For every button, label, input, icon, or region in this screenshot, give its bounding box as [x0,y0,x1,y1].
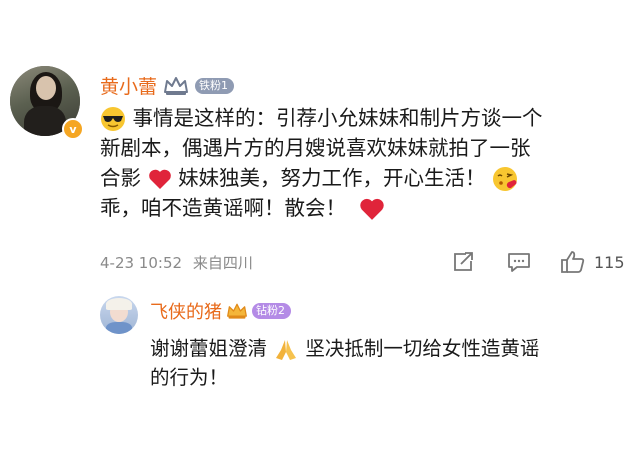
reply-avatar-dress [106,322,132,334]
like-count: 115 [594,252,625,272]
reply-line-1: 谢谢蕾姐澄清 坚决抵制一切给女性造黄谣 [150,334,630,363]
blowing-kiss-emoji [493,167,518,191]
post-timestamp: 4-23 10:52 [100,254,183,272]
verified-badge: v [62,118,84,140]
avatar-face [36,76,56,100]
heart-emoji [359,198,384,220]
share-icon[interactable] [452,251,476,273]
post-header: 黄小蕾 铁粉1 [100,72,235,99]
sunglasses-emoji [101,107,125,131]
post-line-2-text: 新剧本，偶遇片方的月嫂说喜欢妹妹就拍了一张 [100,136,531,160]
post-line-1-text: 事情是这样的：引荐小允妹妹和制片方谈一个 [132,106,543,130]
reply-avatar[interactable] [100,296,138,334]
post-actions: 115 [452,250,625,274]
post-username[interactable]: 黄小蕾 [100,72,157,99]
post-meta: 4-23 10:52 来自四川 [100,252,253,273]
reply-text-part1: 谢谢蕾姐澄清 [150,337,268,360]
thumbs-up-icon[interactable] [560,250,586,274]
post-line-4: 乖，咱不造黄谣啊！散会！ [100,193,630,223]
post-body: 事情是这样的：引荐小允妹妹和制片方谈一个 新剧本，偶遇片方的月嫂说喜欢妹妹就拍了… [100,103,630,223]
praying-hands-emoji [276,339,297,360]
fan-badge-iron[interactable]: 铁粉1 [195,77,235,94]
heart-emoji [148,169,171,189]
reply-username[interactable]: 飞侠的猪 [150,298,222,324]
fan-badge-diamond[interactable]: 钻粉2 [252,303,291,319]
reply-text-part2: 坚决抵制一切给女性造黄谣 [305,337,540,360]
comment-icon[interactable] [506,251,532,273]
post-line-3-text-b: 妹妹独美，努力工作，开心生活！ [178,166,486,190]
post-line-3: 合影 妹妹独美，努力工作，开心生活！ [100,163,630,193]
reply-avatar-hair [106,298,132,310]
post-line-2: 新剧本，偶遇片方的月嫂说喜欢妹妹就拍了一张 [100,133,630,163]
crown-icon [164,76,189,95]
post-line-1: 事情是这样的：引荐小允妹妹和制片方谈一个 [100,103,630,133]
post-line-4-text: 乖，咱不造黄谣啊！散会！ [100,196,346,220]
reply-line-2: 的行为！ [150,366,229,389]
post-source: 来自四川 [192,254,253,272]
reply-body: 谢谢蕾姐澄清 坚决抵制一切给女性造黄谣 的行为！ [150,334,630,392]
avatar-body [24,106,66,136]
post-line-3-text-a: 合影 [100,166,141,190]
reply-header: 飞侠的猪 钻粉2 [150,298,291,324]
crown-icon [227,303,247,319]
